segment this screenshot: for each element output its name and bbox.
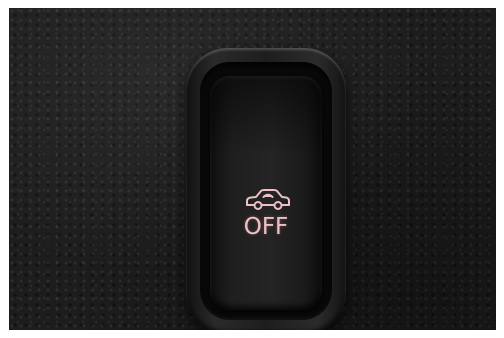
off-label: OFF <box>243 214 289 240</box>
photo-frame: OFF <box>0 0 504 338</box>
switch-bezel: OFF <box>186 48 346 330</box>
switch-shading <box>210 76 322 156</box>
leather-panel: OFF <box>9 8 496 330</box>
alarm-off-switch[interactable]: OFF <box>210 76 322 310</box>
car-alarm-icon <box>246 189 290 210</box>
